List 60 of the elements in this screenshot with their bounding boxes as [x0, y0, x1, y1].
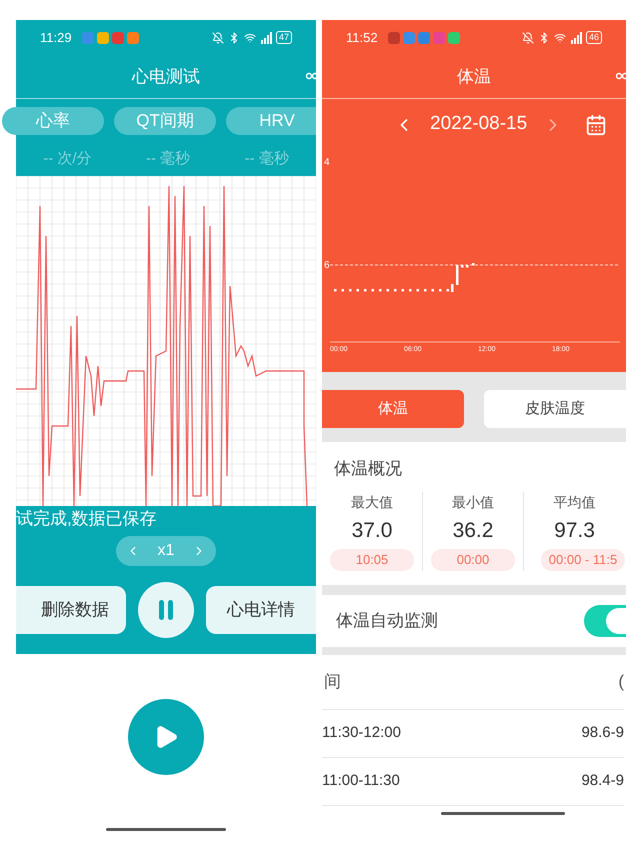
metric-tab[interactable]: HRV: [226, 106, 316, 134]
app-icon: [402, 32, 415, 44]
setting-label: 体温自动监测: [336, 610, 438, 632]
mode-tab[interactable]: 皮肤温度: [484, 390, 626, 428]
column-header: 间: [324, 670, 341, 693]
battery-indicator: 47: [276, 31, 292, 44]
auto-monitor-switch[interactable]: [584, 604, 626, 636]
app-icon: [448, 32, 460, 44]
axis-label: 6: [324, 259, 330, 273]
status-message: 试完成,数据已保存: [16, 508, 157, 530]
speed-value: x1: [158, 541, 174, 561]
stat-time: 00:00 - 11:5: [541, 548, 625, 570]
reading-value: -- 毫秒: [244, 148, 289, 169]
section-title: 体温概况: [334, 459, 402, 478]
mute-icon: [212, 32, 224, 44]
delete-data-button[interactable]: 删除数据: [16, 586, 126, 634]
more-icon[interactable]: [616, 71, 626, 81]
stat-value: 97.3: [554, 518, 595, 544]
stat-label: 平均值: [554, 493, 596, 512]
signal-icon: [570, 32, 582, 44]
metric-tab[interactable]: 心率: [2, 106, 104, 134]
axis-label: 4: [324, 156, 330, 170]
home-indicator[interactable]: [441, 812, 565, 814]
date-label: 2022-08-15: [430, 112, 528, 136]
metric-tab[interactable]: QT间期: [114, 106, 216, 134]
screen-title: 体温: [457, 66, 491, 88]
table-cell-text: 11:30-12:00: [322, 722, 401, 743]
app-icon: [432, 32, 445, 44]
reading-value: -- 毫秒: [146, 148, 190, 169]
calendar-icon[interactable]: [585, 114, 608, 136]
column-header: (: [618, 670, 624, 693]
app-icon: [82, 32, 94, 44]
pause-icon: [158, 600, 174, 620]
reading-value: -- 次/分: [43, 148, 92, 169]
status-time: 11:52: [346, 28, 378, 47]
ecg-details-button[interactable]: 心电详情: [206, 586, 316, 634]
more-icon[interactable]: [306, 71, 316, 81]
stat-value: 37.0: [352, 518, 392, 544]
wifi-icon: [554, 32, 566, 44]
speed-control[interactable]: x1: [116, 536, 216, 566]
app-icon: [96, 32, 109, 44]
app-icon: [418, 32, 430, 44]
table-cell-text: 11:00-11:30: [322, 770, 400, 791]
app-icon: [126, 32, 139, 44]
app-icon: [388, 32, 400, 44]
status-time: 11:29: [40, 28, 72, 47]
table-cell-text: 98.4-9: [581, 770, 624, 791]
stat-time: 00:00: [431, 548, 515, 570]
stat-value: 36.2: [452, 518, 494, 544]
stat-label: 最小值: [452, 493, 494, 512]
stat-time: 10:05: [330, 548, 414, 570]
battery-indicator: 46: [586, 31, 602, 44]
stat-label: 最大值: [351, 493, 393, 512]
table-cell-text: 98.6-9: [581, 722, 624, 743]
app-icon: [112, 32, 124, 44]
wifi-icon: [244, 32, 256, 44]
mode-tab[interactable]: 体温: [322, 390, 464, 428]
signal-icon: [260, 32, 272, 44]
screen-title: 心电测试: [132, 66, 200, 88]
mute-icon: [522, 32, 534, 44]
